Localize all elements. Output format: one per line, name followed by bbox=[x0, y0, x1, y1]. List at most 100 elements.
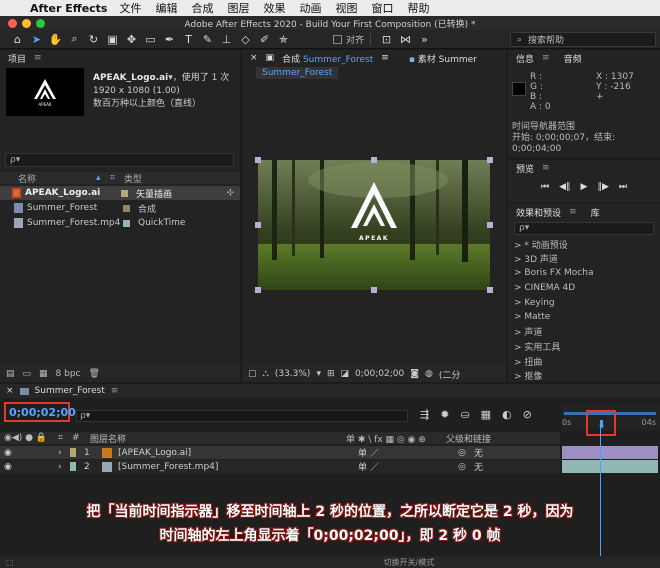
motion-blur-icon[interactable]: ◐ bbox=[502, 408, 512, 421]
puppet-tool-icon[interactable]: ✯ bbox=[274, 33, 293, 46]
composition-breadcrumb[interactable]: Summer_Forest bbox=[256, 67, 339, 79]
trash-icon[interactable]: 🗑 bbox=[89, 369, 100, 379]
current-time-display[interactable]: 0;00;02;00 bbox=[4, 402, 76, 422]
effects-category[interactable]: > Matte bbox=[508, 310, 660, 325]
layer-duration-bar[interactable] bbox=[562, 460, 658, 473]
menu-file[interactable]: 文件 bbox=[119, 0, 141, 16]
effects-category[interactable]: > 声道 bbox=[508, 325, 660, 340]
rotate-tool-icon[interactable]: ↻ bbox=[84, 33, 103, 46]
layer-row[interactable]: ◉ › 2 [Summer_Forest.mp4] 单 ／ ◎ 无 bbox=[0, 460, 560, 473]
parent-dropdown[interactable]: 无 bbox=[474, 446, 483, 459]
effects-category[interactable]: > 扭曲 bbox=[508, 354, 660, 369]
hand-tool-icon[interactable]: ✋ bbox=[46, 33, 65, 46]
parent-dropdown[interactable]: 无 bbox=[474, 460, 483, 473]
vr-icon[interactable]: ⛬ bbox=[263, 369, 269, 379]
type-tool-icon[interactable]: T bbox=[179, 33, 198, 46]
always-preview-icon[interactable]: ▢ bbox=[248, 369, 257, 379]
zoom-level[interactable]: (33.3%) bbox=[275, 369, 311, 379]
composition-mini-flowchart-icon[interactable]: ⇶ bbox=[420, 408, 429, 421]
roto-brush-tool-icon[interactable]: ✐ bbox=[255, 33, 274, 46]
snap-toggle[interactable]: 对齐 bbox=[333, 33, 364, 46]
transform-handle[interactable] bbox=[371, 287, 377, 293]
mask-icon[interactable]: ◪ bbox=[341, 369, 350, 379]
workspace-menu-icon[interactable]: » bbox=[415, 33, 434, 46]
lock-icon[interactable]: ▣ bbox=[266, 53, 275, 63]
project-search-input[interactable]: ρ▾ bbox=[5, 153, 234, 167]
first-frame-icon[interactable]: ⏮ bbox=[541, 182, 549, 192]
project-item[interactable]: Summer_Forest.mp4 QuickTime bbox=[0, 216, 240, 230]
pan-behind-tool-icon[interactable]: ✥ bbox=[122, 33, 141, 46]
play-icon[interactable]: ▶ bbox=[581, 182, 588, 192]
new-composition-icon[interactable]: ▦ bbox=[39, 369, 48, 379]
new-folder-icon[interactable]: ▭ bbox=[23, 369, 32, 379]
label-color-swatch[interactable] bbox=[121, 189, 128, 197]
last-frame-icon[interactable]: ⏭ bbox=[619, 182, 627, 192]
label-color-swatch[interactable] bbox=[123, 219, 130, 227]
snap-checkbox[interactable] bbox=[333, 34, 342, 44]
transform-handle[interactable] bbox=[487, 287, 493, 293]
next-frame-icon[interactable]: ‖▶ bbox=[597, 182, 608, 192]
layer-label-swatch[interactable] bbox=[70, 462, 76, 471]
effects-category[interactable]: > CINEMA 4D bbox=[508, 281, 660, 296]
menu-edit[interactable]: 编辑 bbox=[155, 0, 177, 16]
shy-layers-icon[interactable]: ⛀ bbox=[460, 408, 469, 421]
tab-libraries[interactable]: 库 bbox=[591, 206, 600, 219]
layer-duration-bar[interactable] bbox=[562, 446, 658, 459]
pickwhip-icon[interactable]: ◎ bbox=[458, 462, 474, 472]
app-menu[interactable]: After Effects bbox=[30, 2, 107, 15]
project-tab[interactable]: 项目 ≡ bbox=[0, 50, 240, 66]
project-item[interactable]: APEAK_Logo.ai 矢量插画 ⊹ bbox=[0, 186, 240, 200]
interpret-footage-icon[interactable]: ▤ bbox=[6, 369, 15, 379]
composition-viewer[interactable]: APEAK bbox=[258, 160, 490, 290]
panel-menu-icon[interactable]: ≡ bbox=[542, 163, 550, 173]
toggle-switches-modes[interactable]: 切换开关/模式 bbox=[384, 557, 435, 568]
draft-3d-icon[interactable]: ✹ bbox=[440, 408, 449, 421]
pickwhip-icon[interactable]: ◎ bbox=[458, 448, 474, 458]
layer-switches[interactable]: 单 ／ bbox=[358, 460, 458, 473]
snap-options-icon[interactable]: ⊡ bbox=[377, 33, 396, 46]
effects-category[interactable]: > 抠像 bbox=[508, 368, 660, 383]
resolution-dropdown-icon[interactable]: ▾ bbox=[316, 369, 321, 379]
zoom-tool-icon[interactable]: ⌕ bbox=[65, 32, 84, 46]
quality-dropdown[interactable]: (二分 bbox=[439, 368, 461, 381]
sort-arrow-icon[interactable]: ▴ bbox=[96, 173, 110, 183]
visibility-eye-icon[interactable]: ◉ bbox=[0, 462, 20, 472]
snap-magnet-icon[interactable]: ⋈ bbox=[396, 33, 415, 46]
channel-icon[interactable]: ◍ bbox=[425, 369, 433, 379]
timeline-tab[interactable]: × Summer_Forest ≡ bbox=[0, 384, 660, 398]
expand-arrow-icon[interactable]: › bbox=[58, 448, 70, 458]
panel-menu-icon[interactable]: ≡ bbox=[381, 53, 389, 63]
close-tab-icon[interactable]: × bbox=[6, 386, 14, 396]
snapshot-icon[interactable]: ◙ bbox=[410, 369, 419, 379]
layer-label-swatch[interactable] bbox=[70, 448, 76, 457]
effects-category[interactable]: > Boris FX Mocha bbox=[508, 266, 660, 281]
panel-menu-icon[interactable]: ≡ bbox=[34, 53, 42, 63]
effects-category[interactable]: > 实用工具 bbox=[508, 339, 660, 354]
previous-frame-icon[interactable]: ◀‖ bbox=[559, 182, 570, 192]
home-icon[interactable]: ⌂ bbox=[8, 33, 27, 46]
project-item[interactable]: Summer_Forest 合成 bbox=[0, 201, 240, 215]
layer-search-input[interactable]: ρ▾ bbox=[76, 410, 408, 422]
expand-arrow-icon[interactable]: › bbox=[58, 462, 70, 472]
effects-category[interactable]: > * 动画预设 bbox=[508, 237, 660, 252]
eraser-tool-icon[interactable]: ◇ bbox=[236, 33, 255, 46]
grid-icon[interactable]: ⊞ bbox=[327, 369, 335, 379]
menu-effect[interactable]: 效果 bbox=[263, 0, 285, 16]
menu-window[interactable]: 窗口 bbox=[371, 0, 393, 16]
transform-handle[interactable] bbox=[255, 222, 261, 228]
preview-tab[interactable]: 预览 ≡ bbox=[508, 160, 660, 176]
graph-editor-icon[interactable]: ⊘ bbox=[523, 408, 532, 421]
layer-switches-toggle-icon[interactable]: ⬚ bbox=[6, 558, 14, 567]
menu-view[interactable]: 视图 bbox=[335, 0, 357, 16]
effects-category[interactable]: > 3D 声道 bbox=[508, 252, 660, 267]
layer-row[interactable]: ◉ › 1 [APEAK_Logo.ai] 单 ／ ◎ 无 bbox=[0, 446, 560, 459]
current-time-indicator[interactable]: ⬇ bbox=[597, 418, 606, 431]
tab-audio[interactable]: 音频 bbox=[564, 52, 582, 65]
composition-tab[interactable]: 合成 Summer_Forest bbox=[282, 52, 373, 65]
menu-help[interactable]: 帮助 bbox=[407, 0, 429, 16]
flowchart-icon[interactable]: ⊹ bbox=[226, 188, 234, 198]
label-color-swatch[interactable] bbox=[123, 204, 130, 212]
menu-composition[interactable]: 合成 bbox=[191, 0, 213, 16]
visibility-eye-icon[interactable]: ◉ bbox=[0, 448, 20, 458]
time-ruler[interactable]: 0s 04s ⬇ bbox=[562, 406, 660, 436]
